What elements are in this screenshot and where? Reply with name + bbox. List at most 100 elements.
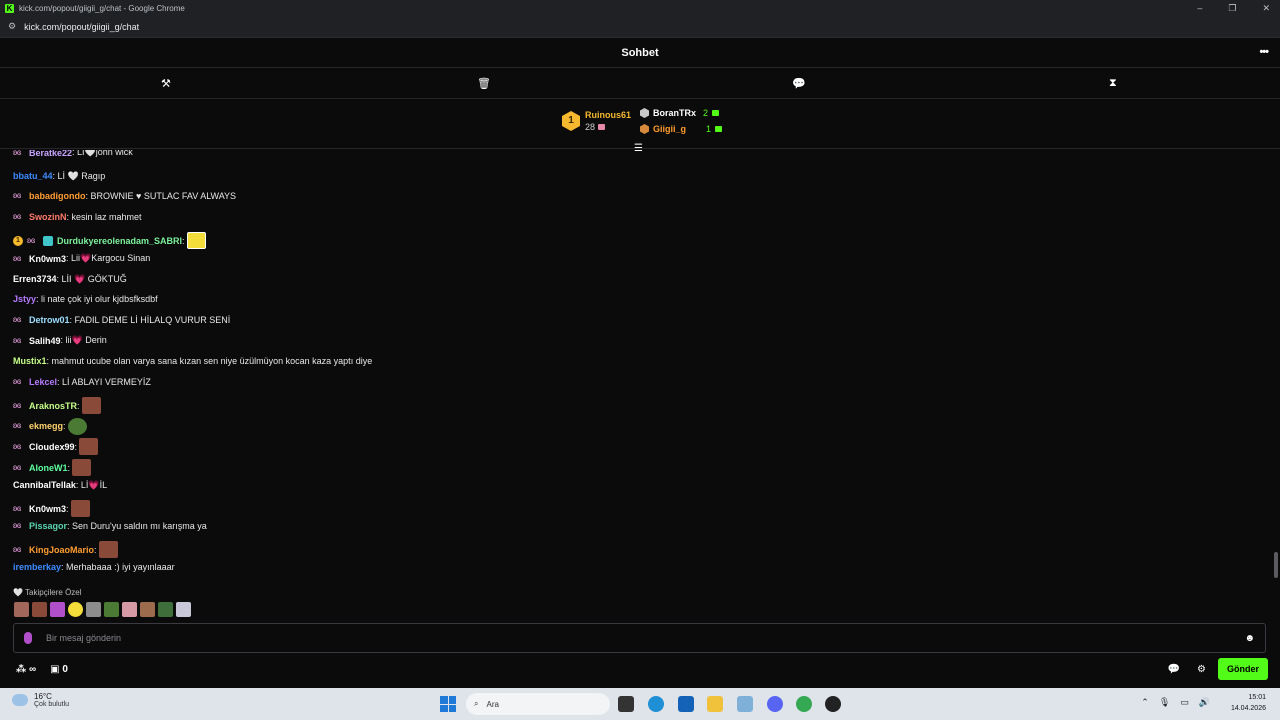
message-username[interactable]: Pissagor <box>29 521 67 531</box>
store-icon[interactable] <box>678 696 694 712</box>
send-button[interactable]: Gönder <box>1218 658 1268 680</box>
scrollbar-thumb[interactable] <box>1274 552 1278 578</box>
leaderboard-second[interactable]: BoranTRx 2 <box>640 108 720 118</box>
message-username[interactable]: AloneW1 <box>29 463 68 473</box>
emote-item[interactable] <box>104 602 119 617</box>
discord-icon[interactable] <box>767 696 783 712</box>
network-icon[interactable]: ▭ <box>1180 697 1189 708</box>
volume-icon[interactable]: 🔊 <box>1199 697 1210 708</box>
emote-item[interactable] <box>32 602 47 617</box>
obs-icon[interactable] <box>825 696 841 712</box>
emote-image <box>81 397 101 415</box>
message-text: : Lİ🤍john wick <box>72 150 133 157</box>
message-text: : FADIL DEME Lİ HİLALQ VURUR SENİ <box>69 314 231 325</box>
chat-message: ʚɞ KingJoaoMario: <box>13 541 118 559</box>
leaderboard-third-name: Giigii_g <box>653 124 687 134</box>
chat-message-input[interactable] <box>46 633 1245 643</box>
trash-icon[interactable]: 🗑 <box>477 77 491 90</box>
channel-points-button[interactable]: ⁂ ∞ <box>16 664 36 675</box>
settings-gear-icon[interactable]: ⚙ <box>1197 664 1206 675</box>
leaderboard-first[interactable]: 1 Ruinous61 28 <box>562 110 631 132</box>
minimize-icon[interactable]: – <box>1197 3 1202 13</box>
restore-icon[interactable]: ❐ <box>1228 3 1236 14</box>
message-username[interactable]: Lekcel <box>29 377 57 387</box>
kick-favicon-icon: K <box>5 3 14 13</box>
emote-item[interactable] <box>68 602 83 617</box>
emote-item[interactable] <box>50 602 65 617</box>
hammer-icon[interactable]: ⚒ <box>161 77 171 90</box>
message-username[interactable]: AraknosTR <box>29 401 77 411</box>
leaderboard-first-name: Ruinous61 <box>585 110 632 120</box>
emote-item[interactable] <box>176 602 191 617</box>
close-icon[interactable]: ✕ <box>1262 3 1270 14</box>
window-title: kick.com/popout/giigii_g/chat - Google C… <box>19 3 185 13</box>
chat-settings-bubble-icon[interactable]: 💬 <box>1168 664 1180 675</box>
message-username[interactable]: Jstyy <box>13 294 36 304</box>
butterfly-badge-icon: ʚɞ <box>13 441 22 451</box>
message-username[interactable]: Detrow01 <box>29 315 70 325</box>
gift-icon <box>715 126 723 132</box>
windows-taskbar: 16°C Çok bulutlu ⌕ Ara ⌃ 🎙 ▭ 🔊 15:01 14.… <box>0 688 1280 720</box>
message-username[interactable]: SwozinN <box>29 212 67 222</box>
chat-message: ʚɞ Pissagor: Sen Duru'yu saldın mı karışm… <box>13 521 207 531</box>
message-text: : kesin laz mahmet <box>66 211 142 222</box>
message-text: : li nate çok iyi olur kjdbsfksdbf <box>36 294 158 305</box>
microphone-icon[interactable] <box>24 632 32 644</box>
chat-message: 1 ʚɞ Durdukyereolenadam_SABRI: <box>13 232 206 250</box>
settings-app-icon[interactable] <box>737 696 753 712</box>
clock-time: 15:01 <box>1248 694 1266 701</box>
chat-message: bbatu_44: Lİ 🤍 Ragıp <box>13 171 105 182</box>
message-username[interactable]: KingJoaoMario <box>29 545 94 555</box>
message-username[interactable]: CannibalTellak <box>13 480 76 490</box>
emote-item[interactable] <box>158 602 173 617</box>
message-username[interactable]: Salih49 <box>29 336 61 346</box>
emoji-picker-icon[interactable]: ☻ <box>1244 633 1255 644</box>
message-username[interactable]: iremberkay <box>13 562 61 572</box>
emote-item[interactable] <box>86 602 101 617</box>
emote-item[interactable] <box>122 602 137 617</box>
hourglass-icon[interactable]: ⧗ <box>1109 77 1117 90</box>
gift-store-button[interactable]: ▣ 0 <box>50 664 68 675</box>
message-username[interactable]: Durdukyereolenadam_SABRI <box>57 236 182 246</box>
chat-header: Sohbet ••• <box>0 38 1280 68</box>
clock[interactable]: 15:01 14.04.2026 <box>1231 692 1266 714</box>
followers-only-label: 🤍 Takipçilere Özel <box>13 588 82 597</box>
leaderboard-third[interactable]: Giigii_g 1 <box>640 124 723 134</box>
butterfly-badge-icon: ʚɞ <box>13 544 22 554</box>
chat-message: Mustix1: mahmut ucube olan varya sana kı… <box>13 356 372 366</box>
windows-start-icon[interactable] <box>440 696 456 712</box>
message-username[interactable]: ekmegg <box>29 421 63 431</box>
mic-tray-icon[interactable]: 🎙 <box>1159 697 1170 708</box>
address-bar: ⚙ kick.com/popout/giigii_g/chat <box>0 16 1280 38</box>
message-text: : <box>66 503 69 514</box>
more-options-icon[interactable]: ••• <box>1259 46 1269 58</box>
taskbar-search[interactable]: ⌕ Ara <box>466 693 610 715</box>
chat-bubble-icon[interactable]: 💬 <box>792 77 806 90</box>
gift-icon <box>597 124 605 130</box>
message-username[interactable]: Kn0wm3 <box>29 254 66 264</box>
emote-item[interactable] <box>14 602 29 617</box>
weather-widget[interactable]: 16°C Çok bulutlu <box>12 692 69 708</box>
chat-input-box: ☻ <box>13 623 1266 653</box>
message-username[interactable]: babadigondo <box>29 191 86 201</box>
chat-message: ʚɞ AloneW1: <box>13 459 92 476</box>
gift-count: 0 <box>62 664 68 675</box>
chevron-up-icon[interactable]: ⌃ <box>1141 697 1149 708</box>
site-settings-icon[interactable]: ⚙ <box>8 21 16 32</box>
url-text[interactable]: kick.com/popout/giigii_g/chat <box>24 22 139 32</box>
message-username[interactable]: Erren3734 <box>13 274 57 284</box>
message-username[interactable]: Cloudex99 <box>29 442 75 452</box>
points-value: ∞ <box>29 664 37 675</box>
edge-icon[interactable] <box>648 696 664 712</box>
task-view-icon[interactable] <box>618 696 634 712</box>
message-username[interactable]: Beratke22 <box>29 150 72 158</box>
chrome-icon[interactable] <box>796 696 812 712</box>
emote-quick-bar <box>14 602 191 617</box>
message-username[interactable]: Kn0wm3 <box>29 504 66 514</box>
butterfly-badge-icon: ʚɞ <box>13 314 22 324</box>
file-explorer-icon[interactable] <box>707 696 723 712</box>
emote-image <box>98 541 118 559</box>
message-username[interactable]: bbatu_44 <box>13 171 53 181</box>
message-username[interactable]: Mustix1 <box>13 356 47 366</box>
emote-item[interactable] <box>140 602 155 617</box>
